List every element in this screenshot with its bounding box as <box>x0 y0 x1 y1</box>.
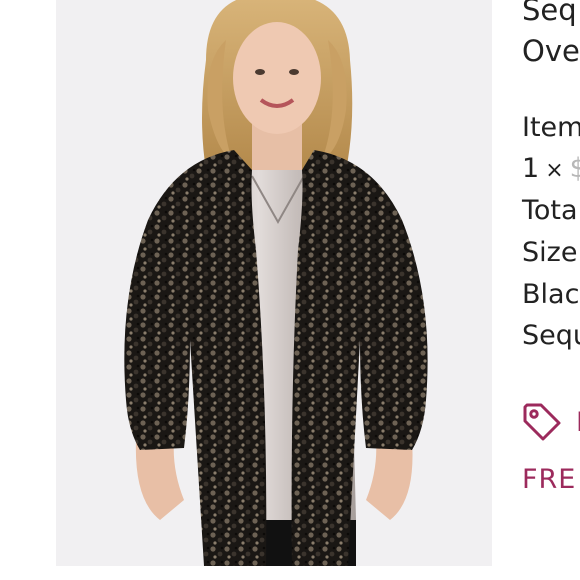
promo-tag-label: L <box>576 409 580 436</box>
quantity-value: 1 <box>522 153 540 184</box>
original-price: $ <box>569 153 580 184</box>
style-value: Sequ <box>522 320 580 351</box>
quantity-separator: × <box>545 158 564 183</box>
promo-tag-row[interactable]: L <box>522 402 580 442</box>
product-title-line-2[interactable]: Ove <box>522 37 580 66</box>
size-label: Size <box>522 237 578 268</box>
total-label: Tota <box>522 195 578 226</box>
product-title-line-1[interactable]: Seq <box>522 0 577 25</box>
item-label: Item <box>522 112 580 143</box>
color-value: Blac <box>522 279 580 310</box>
tag-icon <box>523 403 561 441</box>
product-listing: Seq Ove Item 1×$ Tota Size Blac Sequ L F… <box>0 0 580 580</box>
product-photo <box>56 0 492 566</box>
product-image[interactable] <box>56 0 492 566</box>
free-shipping-text: FRE <box>522 464 577 495</box>
quantity-price-row: 1 × $ <box>522 155 580 182</box>
